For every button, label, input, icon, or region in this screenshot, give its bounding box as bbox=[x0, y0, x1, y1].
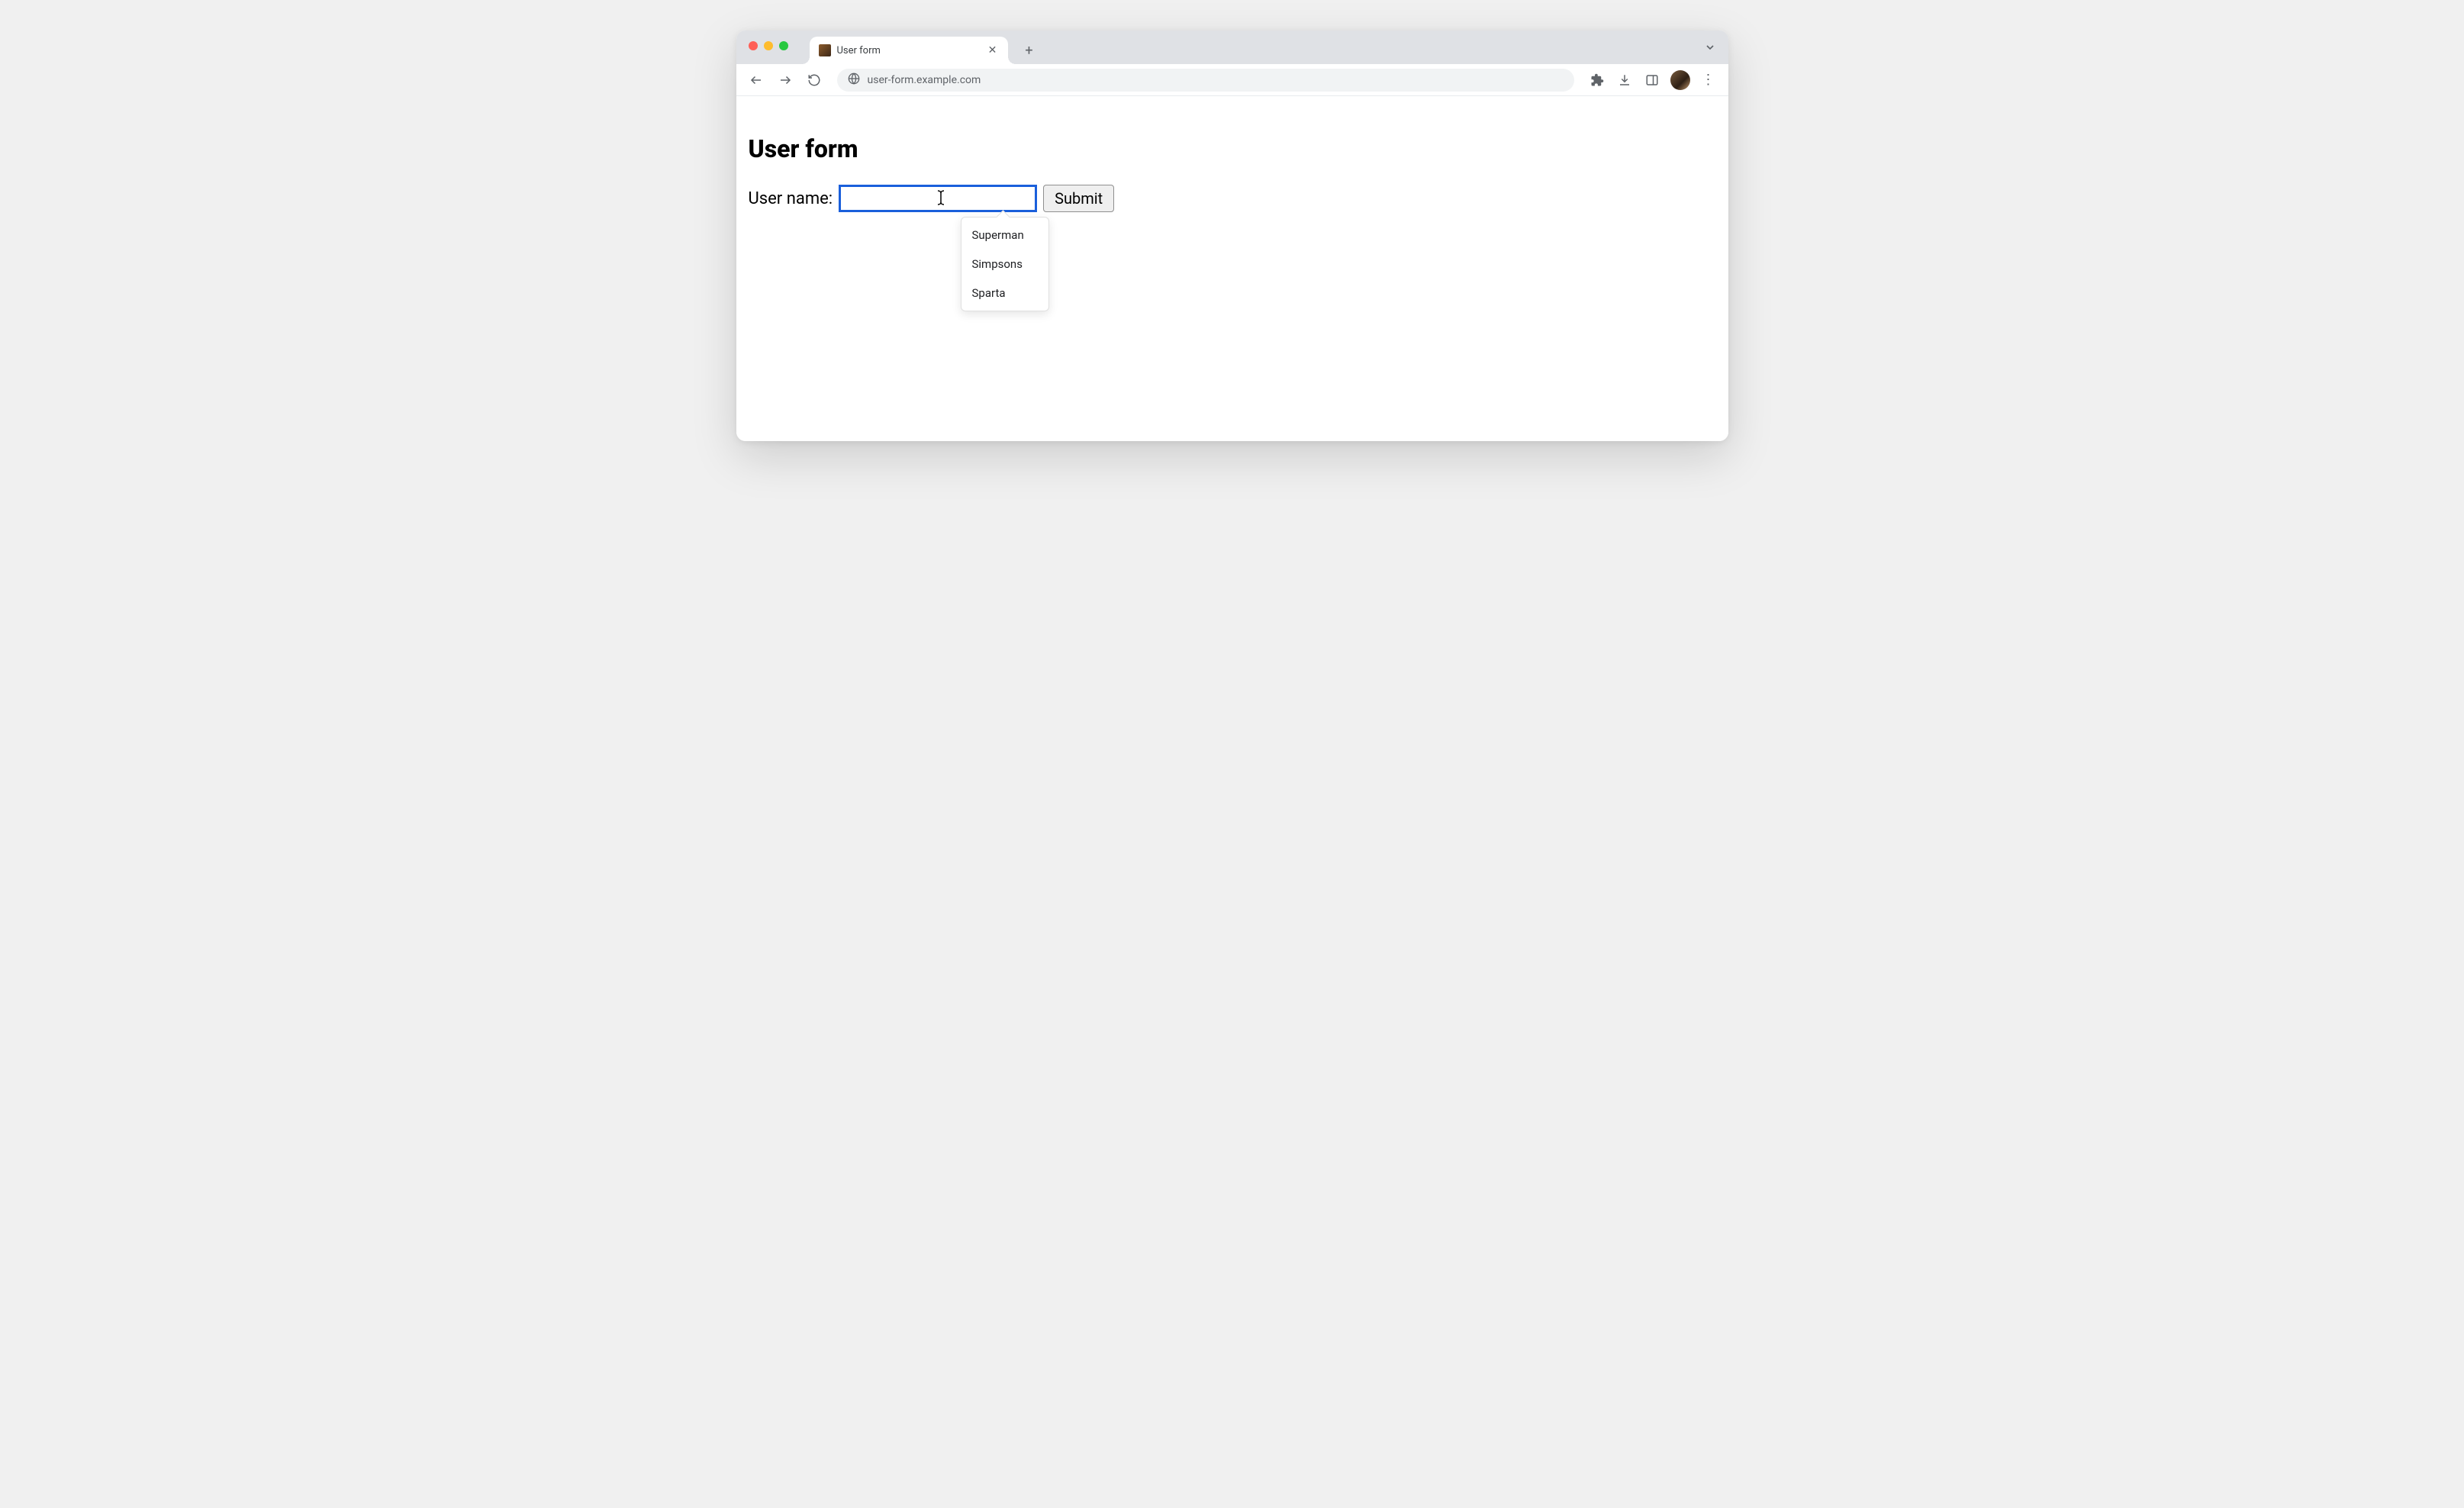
browser-window: User form ✕ + user-form.example.com bbox=[736, 31, 1728, 441]
username-input[interactable] bbox=[839, 185, 1037, 212]
page-content: User form User name: Submit Superman Sim… bbox=[736, 96, 1728, 441]
close-tab-button[interactable]: ✕ bbox=[987, 44, 999, 56]
back-button[interactable] bbox=[744, 68, 768, 92]
downloads-button[interactable] bbox=[1612, 68, 1637, 92]
address-bar[interactable]: user-form.example.com bbox=[837, 69, 1574, 92]
side-panel-button[interactable] bbox=[1640, 68, 1664, 92]
toolbar: user-form.example.com ⋮ bbox=[736, 64, 1728, 96]
autocomplete-item[interactable]: Superman bbox=[961, 221, 1048, 250]
autocomplete-dropdown: Superman Simpsons Sparta bbox=[961, 217, 1049, 311]
menu-button[interactable]: ⋮ bbox=[1696, 68, 1721, 92]
favicon-icon bbox=[819, 44, 831, 56]
traffic-lights bbox=[749, 41, 788, 50]
toolbar-right: ⋮ bbox=[1585, 68, 1721, 92]
titlebar: User form ✕ + bbox=[736, 31, 1728, 64]
reload-button[interactable] bbox=[802, 68, 826, 92]
autocomplete-item[interactable]: Simpsons bbox=[961, 250, 1048, 279]
tab-title: User form bbox=[837, 45, 981, 56]
close-window-button[interactable] bbox=[749, 41, 758, 50]
page-heading: User form bbox=[749, 134, 1716, 163]
forward-button[interactable] bbox=[773, 68, 797, 92]
new-tab-button[interactable]: + bbox=[1019, 40, 1040, 61]
submit-button[interactable]: Submit bbox=[1043, 185, 1114, 212]
globe-icon bbox=[848, 72, 860, 88]
url-text: user-form.example.com bbox=[868, 74, 981, 86]
extensions-button[interactable] bbox=[1585, 68, 1609, 92]
maximize-window-button[interactable] bbox=[779, 41, 788, 50]
profile-avatar[interactable] bbox=[1670, 70, 1690, 90]
user-form: User name: Submit Superman Simpsons Spar… bbox=[749, 185, 1716, 212]
username-label: User name: bbox=[749, 189, 833, 208]
minimize-window-button[interactable] bbox=[764, 41, 773, 50]
browser-tab[interactable]: User form ✕ bbox=[810, 37, 1008, 64]
tabs-dropdown-button[interactable] bbox=[1704, 41, 1716, 56]
autocomplete-item[interactable]: Sparta bbox=[961, 279, 1048, 308]
